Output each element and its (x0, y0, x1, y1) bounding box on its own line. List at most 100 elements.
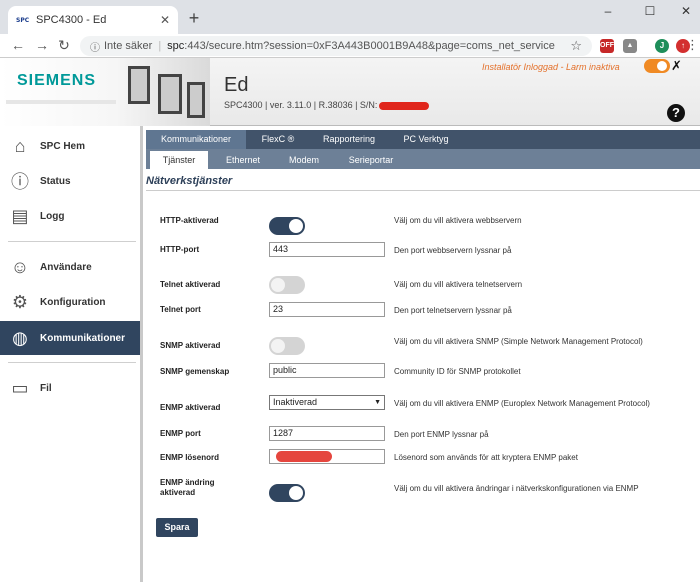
http-enabled-toggle[interactable] (269, 217, 305, 235)
spc-header: SIEMENS Ed SPC4300 | ver. 3.11.0 | R.380… (0, 58, 700, 126)
sidebar-item-label: SPC Hem (40, 140, 86, 152)
window-close-button[interactable]: ✕ (676, 4, 696, 18)
redaction-mark (379, 101, 430, 110)
enmp-password-input[interactable] (269, 449, 385, 464)
sub-tabs: Tjänster Ethernet Modem Serieportar (146, 149, 700, 169)
sidebar-divider (8, 362, 136, 363)
new-tab-button[interactable]: + (184, 8, 204, 29)
http-port-input[interactable]: 443 (269, 242, 385, 257)
tab-serieportar[interactable]: Serieportar (336, 151, 406, 169)
section-title: Nätverkstjänster (146, 175, 233, 187)
snmp-community-desc: Community ID för SNMP protokollet (394, 367, 521, 376)
enmp-port-label: ENMP port (160, 429, 201, 438)
logo-stripe (6, 100, 116, 104)
sidebar-item-label: Kommunikationer (40, 332, 126, 344)
drive-extension-icon[interactable]: ▲ (623, 39, 637, 53)
sidebar-item-status[interactable]: ⓘ Status (0, 164, 140, 198)
enmp-password-label: ENMP lösenord (160, 453, 219, 462)
keypad-image (158, 74, 182, 114)
info-icon[interactable]: ⓘ (90, 39, 100, 54)
siemens-logo: SIEMENS (17, 72, 97, 89)
http-port-desc: Den port webbservern lyssnar på (394, 246, 512, 255)
home-icon: ⌂ (14, 135, 26, 156)
snmp-enabled-label: SNMP aktiverad (160, 341, 221, 350)
keypad-image (187, 82, 205, 118)
sidebar-item-spc-hem[interactable]: ⌂ SPC Hem (0, 129, 140, 163)
telnet-port-desc: Den port telnetservern lyssnar på (394, 306, 512, 315)
url-bar[interactable]: ⓘ Inte säker | spc:443/secure.htm?sessio… (80, 36, 592, 56)
info-icon: ⓘ (11, 172, 29, 192)
snmp-enabled-toggle[interactable] (269, 337, 305, 355)
sidebar-item-logg[interactable]: ▤ Logg (0, 199, 140, 233)
login-status: Installatör Inloggad - Larm inaktiva (482, 62, 620, 72)
telnet-enabled-desc: Välj om du vill aktivera telnetservern (394, 280, 523, 289)
minimize-button[interactable]: – (598, 4, 618, 18)
telnet-enabled-toggle[interactable] (269, 276, 305, 294)
enmp-change-toggle[interactable] (269, 484, 305, 502)
tab-tjanster[interactable]: Tjänster (150, 151, 208, 169)
site-meta: SPC4300 | ver. 3.11.0 | R.38036 | S/N: (224, 100, 430, 110)
telnet-port-input[interactable]: 23 (269, 302, 385, 317)
profile-avatar[interactable]: J (655, 39, 669, 53)
tab-pc-verktyg[interactable]: PC Verktyg (390, 130, 462, 149)
enmp-port-desc: Den port ENMP lyssnar på (394, 430, 489, 439)
snmp-enabled-desc: Välj om du vill aktivera SNMP (Simple Ne… (394, 337, 643, 346)
browser-tab[interactable]: SPC SPC4300 - Ed ✕ (8, 6, 178, 34)
forward-icon[interactable]: → (34, 37, 50, 53)
reload-icon[interactable]: ↻ (56, 37, 72, 54)
keypad-image (128, 66, 150, 104)
gear-icon: ⚙ (11, 291, 29, 312)
address-toolbar: ← → ↻ ⓘ Inte säker | spc:443/secure.htm?… (0, 34, 700, 58)
sidebar-item-fil[interactable]: ▭ Fil (0, 371, 140, 405)
tab-flexc[interactable]: FlexC ® (246, 130, 310, 149)
url-path: :443/secure.htm?session=0xF3A443B0001B9A… (184, 40, 555, 52)
http-enabled-desc: Välj om du vill aktivera webbservern (394, 216, 522, 225)
section-divider (146, 190, 700, 191)
chevron-down-icon: ▼ (374, 399, 381, 406)
security-label: Inte säker (104, 40, 153, 52)
enmp-change-desc: Välj om du vill aktivera ändringar i nät… (394, 484, 639, 493)
bookmark-star-icon[interactable]: ☆ (570, 38, 582, 54)
http-enabled-label: HTTP-aktiverad (160, 216, 219, 225)
url-text: spc:443/secure.htm?session=0xF3A443B0001… (167, 40, 555, 52)
sidebar-item-label: Logg (40, 210, 65, 222)
user-icon: ☺ (10, 256, 30, 277)
sidebar-item-label: Konfiguration (40, 296, 106, 308)
tab-ethernet[interactable]: Ethernet (212, 151, 274, 169)
back-icon[interactable]: ← (10, 37, 26, 53)
url-host: spc (167, 40, 185, 52)
tab-modem[interactable]: Modem (276, 151, 332, 169)
enmp-enabled-desc: Välj om du vill aktivera ENMP (Europlex … (394, 399, 650, 408)
sidebar-item-konfiguration[interactable]: ⚙ Konfiguration (0, 285, 140, 319)
save-button[interactable]: Spara (156, 518, 198, 537)
close-tab-icon[interactable]: ✕ (160, 13, 170, 27)
enmp-enabled-select[interactable]: Inaktiverad ▼ (269, 395, 385, 410)
logo-panel: SIEMENS (0, 58, 210, 126)
enmp-enabled-label: ENMP aktiverad (160, 403, 221, 412)
document-icon: ▤ (11, 205, 29, 226)
tab-rapportering[interactable]: Rapportering (312, 130, 386, 149)
sidebar-item-kommunikationer[interactable]: ◍ Kommunikationer (0, 321, 140, 355)
snmp-community-label: SNMP gemenskap (160, 367, 230, 376)
logout-icon[interactable]: ✗ (671, 58, 682, 74)
folder-icon: ▭ (11, 377, 29, 398)
site-name: Ed (224, 74, 249, 96)
browser-menu-icon[interactable]: ⋮ (686, 37, 699, 53)
tab-title: SPC4300 - Ed (36, 14, 107, 26)
maximize-button[interactable]: ☐ (640, 4, 660, 18)
sidebar-item-label: Användare (40, 261, 92, 273)
extension-icon[interactable]: OFF (600, 39, 614, 53)
help-icon[interactable]: ? (667, 104, 685, 122)
sidebar: ⌂ SPC Hem ⓘ Status ▤ Logg ☺ Användare ⚙ … (0, 126, 143, 582)
enmp-password-desc: Lösenord som används för att kryptera EN… (394, 453, 578, 462)
http-port-label: HTTP-port (160, 245, 200, 254)
header-toggle[interactable] (644, 59, 670, 73)
favicon-icon: SPC (16, 16, 30, 24)
enmp-change-label: ENMP ändring aktiverad (160, 478, 215, 497)
sidebar-item-anvandare[interactable]: ☺ Användare (0, 250, 140, 284)
enmp-port-input[interactable]: 1287 (269, 426, 385, 441)
snmp-community-input[interactable]: public (269, 363, 385, 378)
telnet-enabled-label: Telnet aktiverad (160, 280, 221, 289)
tab-kommunikationer[interactable]: Kommunikationer (146, 130, 246, 149)
globe-icon: ◍ (12, 327, 28, 348)
